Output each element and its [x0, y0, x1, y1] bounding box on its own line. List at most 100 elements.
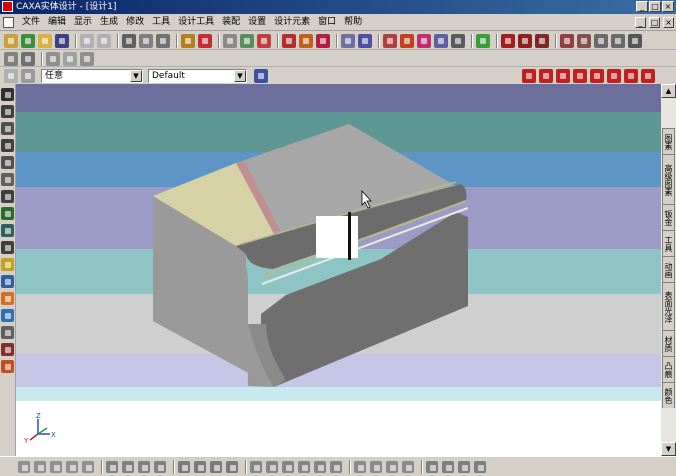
menu-design-elements[interactable]: 设计元素	[270, 16, 314, 29]
rotate-tool-icon[interactable]	[240, 34, 254, 48]
title-bar[interactable]: CAXA实体设计 - [设计1] _ □ ×	[0, 0, 676, 14]
box-icon[interactable]	[1, 275, 14, 288]
new-design-icon[interactable]	[21, 34, 35, 48]
tab-primitives[interactable]: 图素	[662, 128, 675, 154]
view-bottom-icon[interactable]	[607, 69, 621, 83]
pencil-icon[interactable]	[21, 52, 35, 66]
menu-file[interactable]: 文件	[18, 16, 44, 29]
menu-settings[interactable]: 设置	[244, 16, 270, 29]
fit-all-icon[interactable]	[1, 224, 14, 237]
measure-icon[interactable]	[341, 34, 355, 48]
boolean-icon[interactable]	[417, 34, 431, 48]
design-tree-icon[interactable]	[560, 34, 574, 48]
pen-icon[interactable]	[4, 52, 18, 66]
view-right-icon[interactable]	[573, 69, 587, 83]
menu-assembly[interactable]: 装配	[218, 16, 244, 29]
select-tool-icon[interactable]	[181, 34, 195, 48]
close-button[interactable]: ×	[662, 1, 674, 12]
orbit-icon[interactable]	[1, 105, 14, 118]
document-icon[interactable]	[3, 17, 14, 28]
look-at-icon[interactable]	[1, 207, 14, 220]
scroll-down-button[interactable]: ▼	[661, 442, 676, 456]
pan-view-icon[interactable]	[1, 88, 14, 101]
fillet-icon[interactable]	[82, 461, 94, 473]
settings-icon[interactable]	[458, 461, 470, 473]
tab-advanced-primitives[interactable]: 高级图素	[662, 154, 675, 204]
mdi-minimize-button[interactable]: _	[635, 17, 646, 28]
line-icon[interactable]	[178, 461, 190, 473]
cut-icon[interactable]	[122, 34, 136, 48]
view-back-icon[interactable]	[539, 69, 553, 83]
split-icon[interactable]	[154, 461, 166, 473]
cone-icon[interactable]	[1, 326, 14, 339]
render-realistic-icon[interactable]	[518, 34, 532, 48]
assembly-tree-icon[interactable]	[254, 69, 268, 83]
spline-icon[interactable]	[298, 461, 310, 473]
finish-icon[interactable]	[474, 461, 486, 473]
menu-window[interactable]: 窗口	[314, 16, 340, 29]
face-select-icon[interactable]	[18, 461, 30, 473]
filter-dropdown-arrow[interactable]: ▼	[130, 70, 142, 82]
render-hidden-icon[interactable]	[535, 34, 549, 48]
minimize-button[interactable]: _	[636, 1, 648, 12]
section-icon[interactable]	[383, 34, 397, 48]
scene-canvas[interactable]: Z X Y	[16, 84, 661, 456]
tab-color[interactable]: 颜色	[662, 382, 675, 408]
cylinder-icon[interactable]	[1, 292, 14, 305]
pattern-icon[interactable]	[370, 461, 382, 473]
scroll-up-button[interactable]: ▲	[661, 84, 676, 98]
vertical-scrollbar[interactable]: ▲ 图素 高级图素 钣金 工具 动画 表面光泽 材质 凸痕 颜色 ▼	[661, 84, 676, 456]
sketch-icon[interactable]	[1, 360, 14, 373]
rectangle-icon[interactable]	[226, 461, 238, 473]
open-file-icon[interactable]	[38, 34, 52, 48]
offset-face-icon[interactable]	[122, 461, 134, 473]
intersection-icon[interactable]	[400, 34, 414, 48]
texture-icon[interactable]	[299, 34, 313, 48]
torus-icon[interactable]	[1, 343, 14, 356]
snap-icon[interactable]	[442, 461, 454, 473]
view-left-icon[interactable]	[556, 69, 570, 83]
style-combobox[interactable]: Default ▼	[148, 69, 247, 83]
magnifier-icon[interactable]	[46, 52, 60, 66]
scale-icon[interactable]	[386, 461, 398, 473]
maximize-button[interactable]: □	[649, 1, 661, 12]
menu-design-tools[interactable]: 设计工具	[174, 16, 218, 29]
perspective-icon[interactable]	[1, 241, 14, 254]
grid-icon[interactable]	[426, 461, 438, 473]
view-top-icon[interactable]	[590, 69, 604, 83]
triball-icon[interactable]	[223, 34, 237, 48]
ellipse-icon[interactable]	[282, 461, 294, 473]
catalog-icon[interactable]	[577, 34, 591, 48]
new-file-icon[interactable]	[4, 34, 18, 48]
arc-icon[interactable]	[194, 461, 206, 473]
loop-select-icon[interactable]	[50, 461, 62, 473]
tab-tools[interactable]: 工具	[662, 230, 675, 256]
menu-help[interactable]: 帮助	[340, 16, 366, 29]
mdi-close-button[interactable]: ×	[663, 17, 674, 28]
paint-icon[interactable]	[282, 34, 296, 48]
zoom-window-icon[interactable]	[80, 52, 94, 66]
shell-icon[interactable]	[66, 461, 78, 473]
fly-icon[interactable]	[1, 190, 14, 203]
mdi-restore-button[interactable]: □	[649, 17, 660, 28]
menu-display[interactable]: 显示	[70, 16, 96, 29]
view-iso-icon[interactable]	[624, 69, 638, 83]
point-icon[interactable]	[250, 461, 262, 473]
tab-emboss[interactable]: 凸痕	[662, 356, 675, 382]
undo-icon[interactable]	[80, 34, 94, 48]
constraint-icon[interactable]	[402, 461, 414, 473]
mirror-icon[interactable]	[354, 461, 366, 473]
view-front-icon[interactable]	[522, 69, 536, 83]
draft-icon[interactable]	[138, 461, 150, 473]
wireframe-icon[interactable]	[451, 34, 465, 48]
help-pointer-icon[interactable]	[198, 34, 212, 48]
tab-animation[interactable]: 动画	[662, 256, 675, 282]
copy-icon[interactable]	[139, 34, 153, 48]
menu-edit[interactable]: 编辑	[44, 16, 70, 29]
design-viewport[interactable]: Z X Y	[16, 84, 661, 456]
save-icon[interactable]	[55, 34, 69, 48]
select-filter-icon[interactable]	[21, 69, 35, 83]
tab-material[interactable]: 材质	[662, 330, 675, 356]
circle-icon[interactable]	[210, 461, 222, 473]
tab-sheet-metal[interactable]: 钣金	[662, 204, 675, 230]
